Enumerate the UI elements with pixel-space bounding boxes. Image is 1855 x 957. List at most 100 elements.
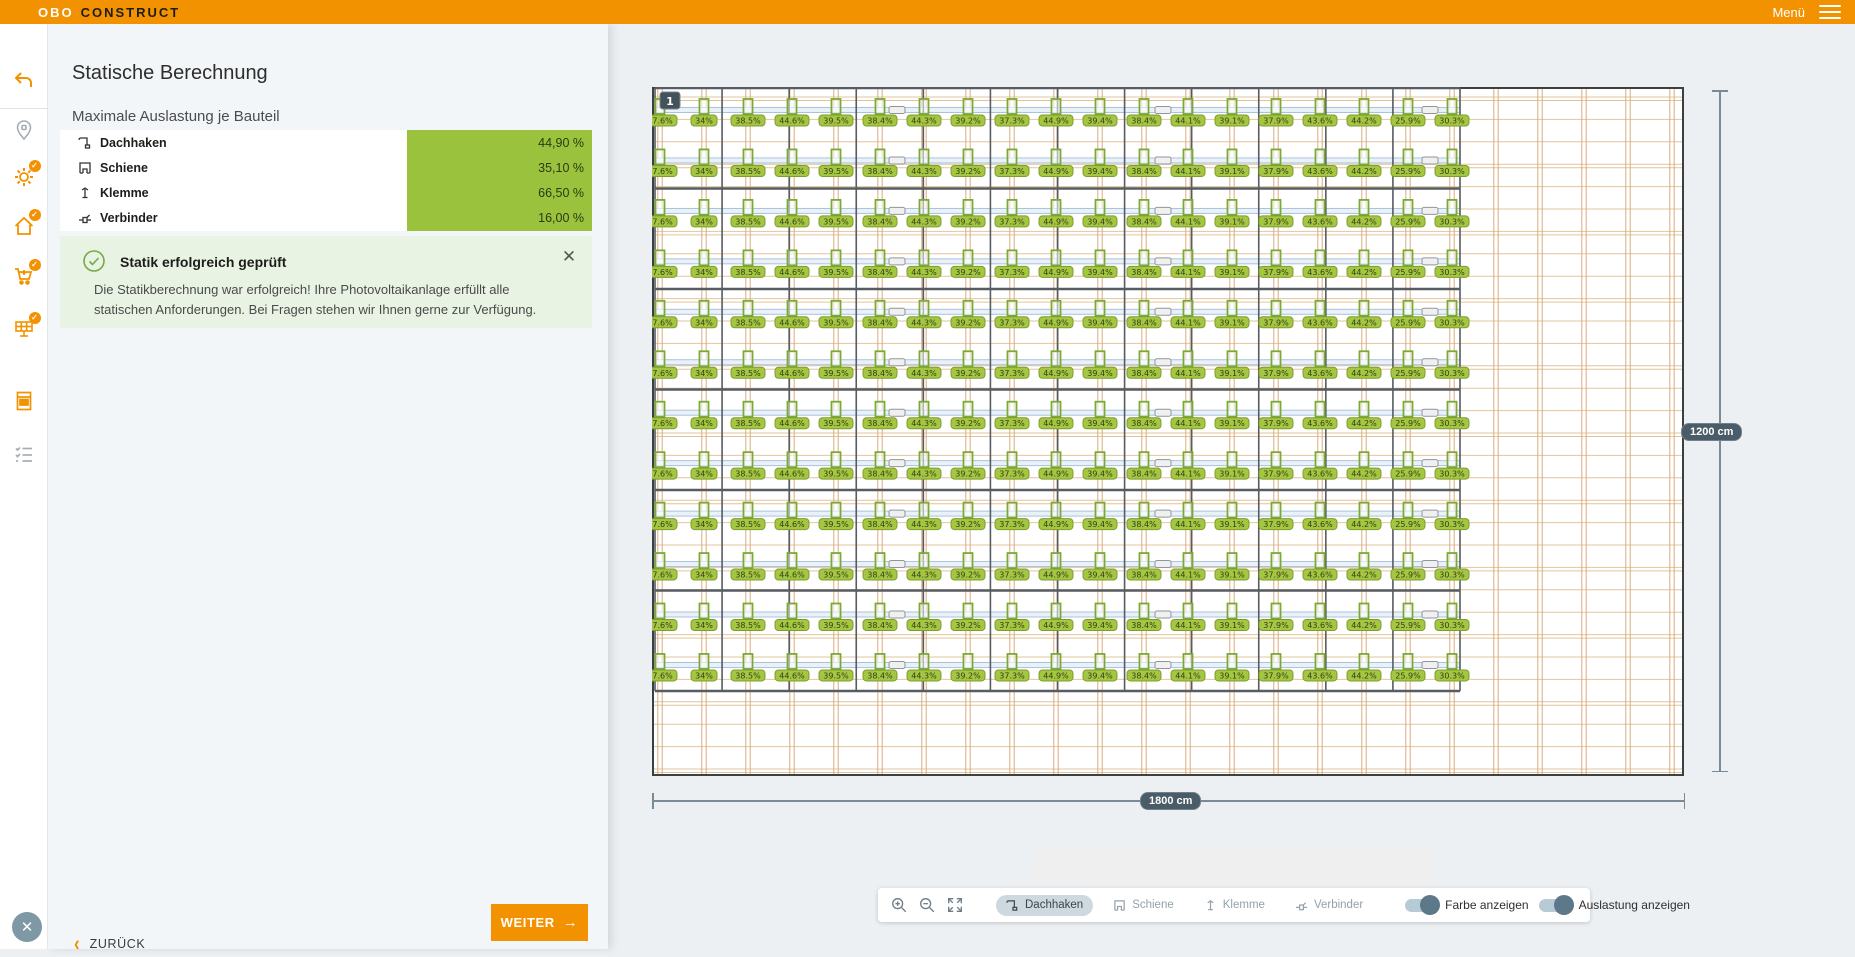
roof-hook: [1096, 149, 1105, 164]
roof-hook: [1316, 553, 1325, 568]
close-icon[interactable]: ✕: [560, 248, 578, 266]
roof-hook: [1272, 553, 1281, 568]
utilization-value: 27.6%: [652, 167, 673, 176]
roof-hook: [876, 200, 885, 215]
roof-hook-icon: [1006, 899, 1019, 912]
utilization-value: 44.1%: [1175, 318, 1201, 327]
menu-label[interactable]: Menü: [1772, 5, 1805, 20]
roof-hook: [1360, 200, 1369, 215]
toggle-switch[interactable]: [1405, 899, 1437, 912]
step-done-badge: ✓: [29, 160, 41, 172]
solar-panel-icon[interactable]: ✓: [12, 317, 36, 341]
zoom-in-icon[interactable]: [890, 896, 908, 914]
roof-hook: [656, 452, 665, 467]
utilization-value: 39.4%: [1087, 369, 1113, 378]
utilization-value: 44.1%: [1175, 419, 1201, 428]
calculator-icon[interactable]: [12, 389, 36, 413]
roof-hook: [656, 654, 665, 669]
roof-hook: [832, 503, 841, 518]
roof-hook: [1008, 503, 1017, 518]
hamburger-menu-icon[interactable]: [1819, 5, 1841, 19]
brand-logo: OBO CONSTRUCT: [38, 5, 180, 20]
utilization-value: 38.4%: [867, 167, 893, 176]
utilization-value: 38.4%: [867, 217, 893, 226]
roof-hook: [1228, 250, 1237, 265]
next-button[interactable]: WEITER →: [491, 904, 588, 941]
roof-hook: [1272, 301, 1281, 316]
utilization-value: 43.6%: [1307, 671, 1333, 680]
utilization-value: 25.9%: [1395, 217, 1421, 226]
toggle-switch[interactable]: [1539, 899, 1571, 912]
utilization-value: 39.2%: [955, 369, 981, 378]
utilization-value: 38.5%: [735, 520, 761, 529]
back-button[interactable]: ‹ ZURÜCK: [74, 934, 145, 954]
utilization-value: 44.9%: [1043, 419, 1069, 428]
roof-hook: [1272, 149, 1281, 164]
toggle-farbe-anzeigen[interactable]: Farbe anzeigen: [1405, 898, 1528, 912]
utilization-value: 39.1%: [1219, 621, 1245, 630]
utilization-value: 37.3%: [999, 268, 1025, 277]
roof-hook: [1096, 351, 1105, 366]
utilization-value: 38.5%: [735, 419, 761, 428]
utilization-value: 25.9%: [1395, 167, 1421, 176]
checklist-icon[interactable]: [12, 442, 36, 466]
roof-hook: [656, 553, 665, 568]
roof-hook: [876, 604, 885, 619]
utilization-value: 38.4%: [1131, 117, 1157, 126]
utilization-value: 44.9%: [1043, 571, 1069, 580]
house-icon[interactable]: ✓: [12, 214, 36, 238]
roof-hook: [920, 200, 929, 215]
back-arrow-icon[interactable]: [12, 69, 36, 93]
utilization-value: 38.4%: [1131, 419, 1157, 428]
utilization-value: 44.6%: [779, 419, 805, 428]
roof-plan-canvas[interactable]: 27.6%34%38.5%44.6%39.5%38.4%44.3%39.2%37…: [652, 87, 1684, 776]
tool-verbinder[interactable]: Verbinder: [1285, 895, 1373, 916]
utilization-value: 44.2%: [1351, 318, 1377, 327]
roof-hook: [744, 99, 753, 114]
zoom-fit-icon[interactable]: [946, 896, 964, 914]
statics-panel: Statische Berechnung Maximale Auslastung…: [48, 24, 608, 949]
clamp-icon: [1204, 899, 1217, 912]
zoom-out-icon[interactable]: [918, 896, 936, 914]
utilization-value: 44.9%: [1043, 369, 1069, 378]
location-pin-icon[interactable]: [12, 118, 36, 142]
roof-hook: [1008, 654, 1017, 669]
utilization-value: 25.9%: [1395, 571, 1421, 580]
utilization-value: 43.6%: [1307, 268, 1333, 277]
roof-hook: [1228, 402, 1237, 417]
utilization-value: 44.9%: [1043, 167, 1069, 176]
utilization-value: 39.4%: [1087, 167, 1113, 176]
cart-icon[interactable]: ✓: [12, 264, 36, 288]
utilization-value: 39.4%: [1087, 318, 1113, 327]
roof-hook: [700, 503, 709, 518]
roof-hook: [1184, 604, 1193, 619]
roof-hook: [964, 149, 973, 164]
roof-hook: [744, 250, 753, 265]
utilization-value: 38.4%: [867, 571, 893, 580]
floating-close-button[interactable]: ✕: [12, 912, 42, 942]
utilization-value: 37.9%: [1263, 117, 1289, 126]
roof-hook: [1140, 604, 1149, 619]
utilization-value: 44.2%: [1351, 671, 1377, 680]
toggle-auslastung-anzeigen[interactable]: Auslastung anzeigen: [1539, 898, 1690, 912]
roof-hook: [1272, 99, 1281, 114]
gear-icon[interactable]: ✓: [12, 165, 36, 189]
component-value: 16,00 %: [538, 211, 584, 225]
roof-hook: [788, 351, 797, 366]
roof-hook: [788, 604, 797, 619]
roof-hook: [1448, 402, 1457, 417]
utilization-value: 37.9%: [1263, 671, 1289, 680]
utilization-value: 37.3%: [999, 419, 1025, 428]
roof-hook: [832, 553, 841, 568]
utilization-value: 44.6%: [779, 167, 805, 176]
utilization-value: 39.5%: [823, 369, 849, 378]
utilization-value: 39.5%: [823, 117, 849, 126]
utilization-table: Dachhaken 44,90 % Schiene 35,10 % Klemme…: [60, 130, 592, 231]
roof-hook: [1360, 351, 1369, 366]
utilization-value: 44.3%: [911, 117, 937, 126]
roof-hook: [920, 604, 929, 619]
tool-schiene[interactable]: Schiene: [1103, 895, 1184, 916]
utilization-value: 27.6%: [652, 470, 673, 479]
tool-klemme[interactable]: Klemme: [1194, 895, 1275, 916]
tool-dachhaken[interactable]: Dachhaken: [996, 895, 1093, 916]
